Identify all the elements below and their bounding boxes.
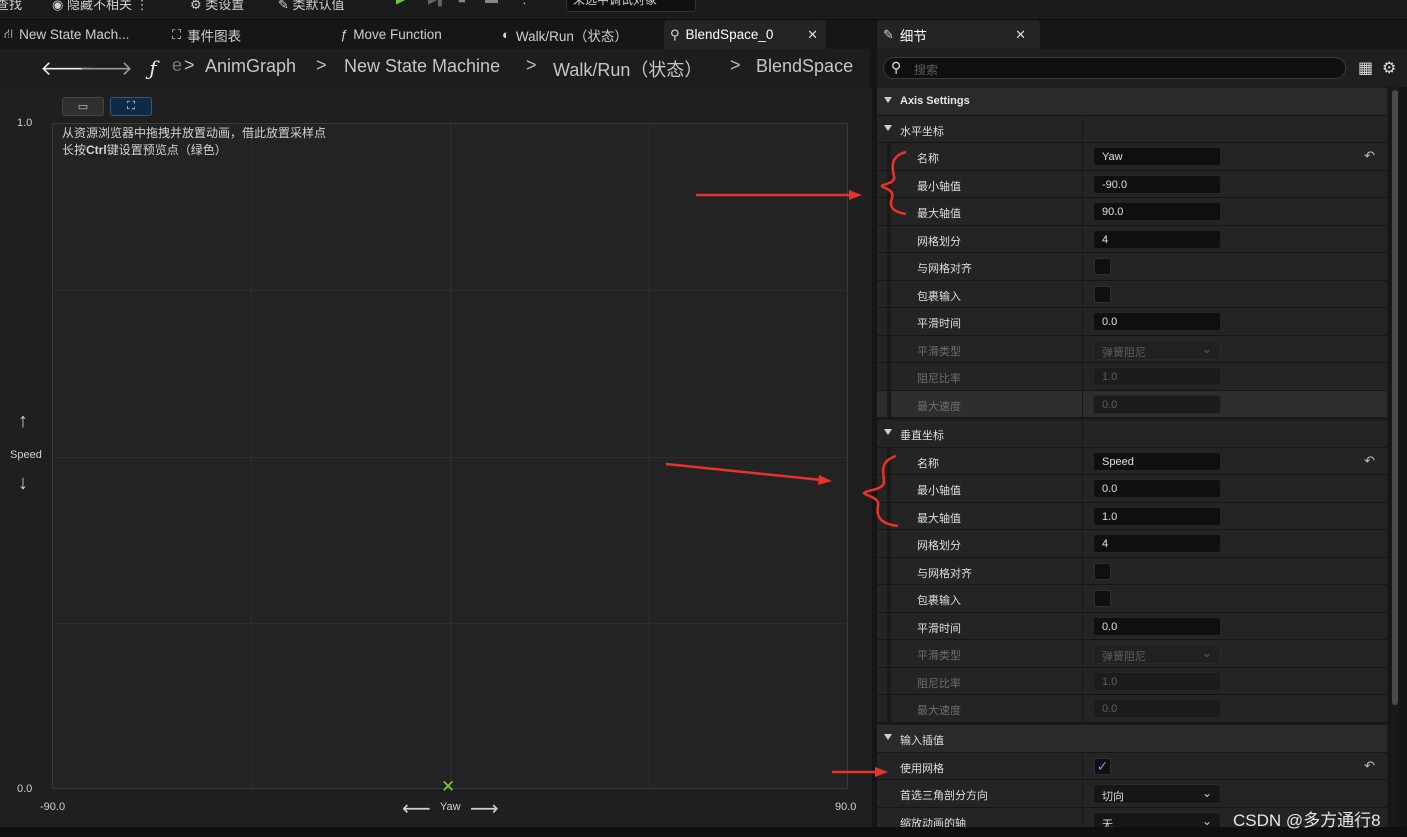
annotation-arrow-1 — [696, 190, 862, 200]
annotation-arrow-2 — [665, 462, 832, 485]
annotation-arrow-3 — [832, 767, 888, 777]
annotation-brace-2 — [862, 454, 899, 528]
red-annotations — [665, 150, 907, 777]
watermark: CSDN @多方通行8 — [1233, 811, 1381, 830]
annotation-brace-1 — [880, 150, 907, 216]
